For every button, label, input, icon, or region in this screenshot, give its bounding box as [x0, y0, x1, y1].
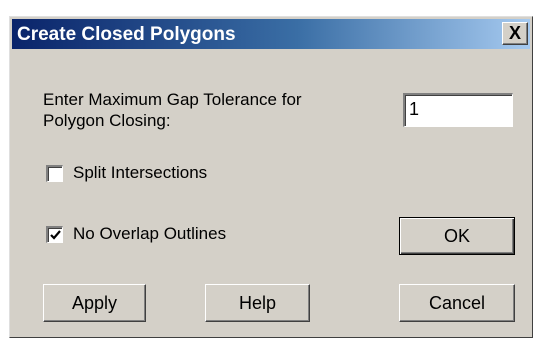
create-closed-polygons-dialog: Create Closed Polygons X Enter Maximum G… [9, 16, 533, 338]
no-overlap-outlines-label: No Overlap Outlines [73, 224, 227, 243]
close-icon: X [508, 23, 521, 43]
close-button[interactable]: X [502, 22, 528, 45]
no-overlap-outlines-checkbox[interactable] [46, 226, 63, 243]
split-intersections-checkbox[interactable] [46, 165, 63, 182]
gap-tolerance-label: Enter Maximum Gap Tolerance for Polygon … [43, 89, 363, 131]
split-intersections-label: Split Intersections [73, 163, 208, 182]
ok-button[interactable]: OK [399, 217, 515, 255]
checkmark-icon [50, 230, 61, 240]
cancel-button[interactable]: Cancel [399, 284, 515, 322]
apply-button[interactable]: Apply [43, 284, 146, 322]
help-button[interactable]: Help [205, 284, 310, 322]
gap-label-line-1: Enter Maximum Gap Tolerance for [43, 90, 302, 109]
dialog-title: Create Closed Polygons [17, 24, 236, 45]
gap-tolerance-input[interactable]: 1 [403, 93, 513, 127]
title-bar[interactable]: Create Closed Polygons X [12, 19, 530, 49]
gap-label-line-2: Polygon Closing: [43, 111, 171, 130]
